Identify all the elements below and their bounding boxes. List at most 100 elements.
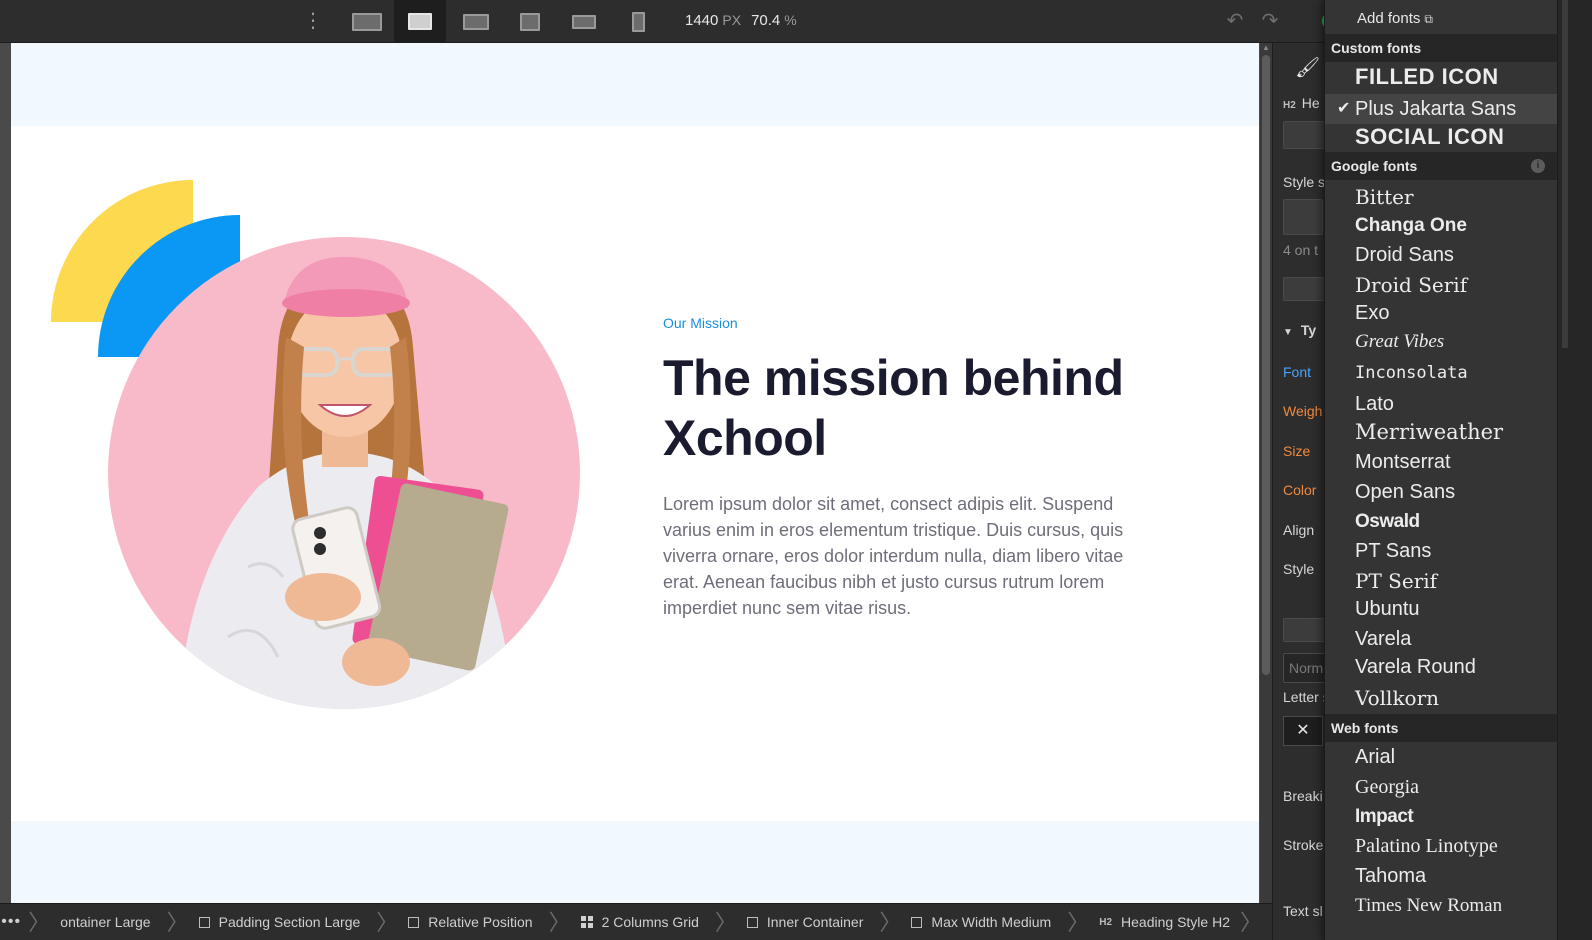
panel-scroll-thumb[interactable] [1562, 0, 1568, 348]
undo-icon[interactable]: ↶ [1222, 8, 1248, 34]
breadcrumb-label: Max Width Medium [931, 914, 1052, 930]
font-option[interactable]: Droid Serif [1355, 273, 1467, 297]
font-option[interactable]: Open Sans [1355, 481, 1455, 504]
font-option[interactable]: Georgia [1355, 776, 1419, 799]
student-illustration [178, 256, 513, 709]
breadcrumb-label: Heading Style H2 [1121, 914, 1230, 930]
section-body-text[interactable]: Lorem ipsum dolor sit amet, consect adip… [663, 491, 1143, 621]
desktop-large-breakpoint[interactable] [341, 0, 393, 43]
mobile-portrait-breakpoint[interactable] [612, 0, 664, 43]
breadcrumb-item[interactable]: 〉 H2 Heading Style H2 〉 [1061, 904, 1272, 940]
selected-element-name: He [1301, 95, 1320, 111]
font-option[interactable]: Merriweather [1355, 420, 1503, 444]
typography-label: Ty [1300, 322, 1317, 338]
top-section-band [11, 43, 1259, 126]
checkmark-icon: ✔ [1337, 100, 1351, 117]
stroke-label: Stroke [1283, 837, 1324, 853]
breadcrumb-item[interactable]: 〉 ontainer Large [22, 904, 160, 940]
color-property-label: Color [1283, 482, 1317, 498]
breadcrumb-item[interactable]: 〉 Inner Container [709, 904, 874, 940]
font-option-selected[interactable]: ✔ Plus Jakarta Sans [1325, 94, 1557, 124]
font-option[interactable]: Varela [1355, 628, 1411, 651]
align-property-label: Align [1283, 522, 1315, 538]
font-option[interactable]: SOCIAL ICON [1355, 124, 1504, 150]
weight-property-label: Weigh [1283, 403, 1323, 419]
font-option[interactable]: Impact [1355, 806, 1414, 828]
web-fonts-header: Web fonts [1325, 714, 1557, 742]
canvas-size-readout[interactable]: 1440 PX 70.4% [685, 12, 807, 29]
font-option[interactable]: Arial [1355, 746, 1395, 769]
breadcrumb-separator: 〉 [548, 909, 571, 935]
breakpoint-style-button[interactable] [1283, 199, 1323, 235]
font-option[interactable]: Vollkorn [1355, 686, 1439, 710]
scroll-up-arrow-icon[interactable]: ▲ [1262, 43, 1270, 52]
font-option[interactable]: Varela Round [1355, 656, 1476, 679]
designer-window: ⋮ 1440 PX 70.4% ↶ ↷ Our Mission The miss… [0, 0, 1592, 940]
breadcrumb-separator: 〉 [166, 909, 189, 935]
font-option[interactable]: Lato [1355, 393, 1394, 416]
white-space-placeholder: Norm [1289, 660, 1324, 676]
h2-icon: H2 [1099, 916, 1113, 928]
font-option-label: Plus Jakarta Sans [1355, 98, 1517, 120]
canvas-width-unit: PX [722, 12, 742, 28]
font-option[interactable]: Inconsolata [1355, 363, 1468, 383]
font-option[interactable]: Changa One [1355, 215, 1467, 237]
font-option[interactable]: Times New Roman [1355, 895, 1502, 917]
breadcrumb-more-button[interactable]: ••• [0, 913, 22, 931]
breadcrumb-item[interactable]: 〉 Max Width Medium [873, 904, 1061, 940]
h2-tag-icon: H2 [1283, 100, 1296, 111]
vertical-ellipsis-icon[interactable]: ⋮ [300, 8, 326, 34]
section-heading[interactable]: The mission behind Xchool [663, 348, 1183, 468]
laptop-star-icon [463, 13, 489, 30]
letter-spacing-label: Letter s [1283, 689, 1330, 705]
desktop-base-breakpoint[interactable] [450, 0, 502, 43]
add-fonts-link[interactable]: Add fonts ⧉ [1357, 10, 1433, 27]
desktop-breakpoint[interactable] [394, 0, 446, 43]
style-property-label: Style [1283, 561, 1315, 577]
font-option[interactable]: Ubuntu [1355, 598, 1420, 621]
paintbrush-icon[interactable]: 🖌 [1295, 55, 1320, 80]
breadcrumb-separator: 〉 [1239, 909, 1262, 935]
font-option[interactable]: Bitter [1355, 185, 1414, 209]
font-option[interactable]: Oswald [1355, 511, 1420, 533]
text-transform-none-button[interactable]: ✕ [1283, 716, 1323, 746]
font-option[interactable]: PT Sans [1355, 540, 1431, 563]
breadcrumb-separator: 〉 [376, 909, 399, 935]
font-option[interactable]: Montserrat [1355, 451, 1451, 474]
breadcrumb-item[interactable]: 〉 Padding Section Large [161, 904, 371, 940]
tablet-breakpoint[interactable] [504, 0, 556, 43]
size-property-label: Size [1283, 443, 1311, 459]
breadcrumb-separator: 〉 [1067, 909, 1090, 935]
canvas-scrollbar[interactable]: ▲ [1260, 43, 1272, 903]
canvas-scroll-thumb[interactable] [1262, 55, 1270, 675]
breadcrumb-item[interactable]: 〉 Relative Position [370, 904, 542, 940]
tablet-icon [520, 12, 540, 31]
font-option[interactable]: Droid Sans [1355, 244, 1454, 267]
text-shadow-label: Text sl [1283, 903, 1323, 919]
font-option[interactable]: FILLED ICON [1355, 64, 1499, 90]
panel-scrollbar[interactable] [1558, 0, 1592, 940]
box-icon [408, 916, 420, 928]
zoom-value: 70.4 [751, 12, 781, 29]
mobile-landscape-breakpoint[interactable] [558, 0, 610, 43]
font-option[interactable]: Palatino Linotype [1355, 835, 1498, 858]
usage-count-text: 4 on t [1283, 242, 1319, 258]
font-option[interactable]: PT Serif [1355, 569, 1437, 593]
section-eyebrow[interactable]: Our Mission [663, 315, 738, 331]
selected-element-label[interactable]: H2 He [1283, 95, 1320, 111]
font-option[interactable]: Tahoma [1355, 865, 1426, 888]
box-icon [911, 916, 923, 928]
breadcrumb-item[interactable]: 〉 2 Columns Grid [543, 904, 709, 940]
info-icon[interactable]: i [1531, 159, 1545, 173]
redo-icon[interactable]: ↷ [1257, 8, 1283, 34]
phone-portrait-icon [631, 11, 645, 32]
grid-icon [580, 916, 593, 928]
font-option[interactable]: Great Vibes [1355, 331, 1444, 353]
font-option[interactable]: Exo [1355, 302, 1389, 325]
breadcrumb-label: Padding Section Large [218, 914, 361, 930]
page-canvas[interactable]: Our Mission The mission behind Xchool Lo… [11, 43, 1259, 903]
custom-fonts-header: Custom fonts [1325, 34, 1557, 62]
bottom-section-band [11, 821, 1259, 903]
typography-section-header[interactable]: ▼ Ty [1283, 322, 1316, 338]
canvas-width-value: 1440 [685, 12, 719, 29]
